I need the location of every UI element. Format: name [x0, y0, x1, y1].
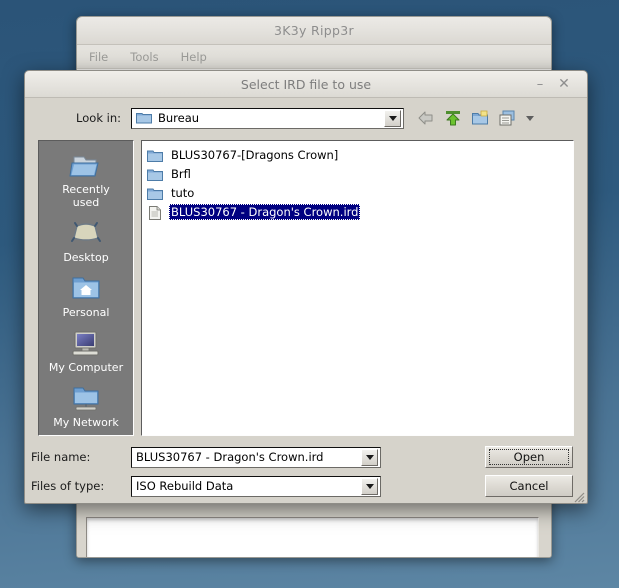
app-menubar: File Tools Help [77, 45, 551, 69]
chevron-down-icon [389, 116, 397, 121]
dialog-toolbar [416, 108, 534, 128]
dialog-action-buttons: Open Cancel [485, 446, 573, 497]
file-name-dropdown-arrow[interactable] [361, 449, 378, 466]
list-item[interactable]: Brfl [145, 164, 570, 183]
look-in-dropdown-arrow[interactable] [384, 110, 401, 127]
computer-icon [68, 329, 104, 359]
menu-help[interactable]: Help [181, 50, 207, 64]
sidebar-label-my-computer: My Computer [49, 361, 123, 374]
folder-icon [136, 109, 152, 128]
app-window-title: 3K3y Ripp3r [274, 23, 354, 38]
file-type-dropdown-arrow[interactable] [361, 478, 378, 495]
cancel-button[interactable]: Cancel [485, 475, 573, 497]
close-icon[interactable]: ✕ [555, 75, 573, 93]
chevron-down-icon[interactable] [526, 116, 534, 121]
dialog-title: Select IRD file to use [25, 77, 587, 92]
sidebar-item-my-computer[interactable]: My Computer [39, 327, 133, 376]
look-in-combo[interactable]: Bureau [131, 108, 404, 129]
file-name-value: BLUS30767 - Dragon's Crown.ird [136, 450, 361, 464]
file-name-input[interactable]: BLUS30767 - Dragon's Crown.ird [131, 447, 381, 468]
document-icon [147, 205, 163, 219]
menu-tools[interactable]: Tools [130, 50, 158, 64]
list-item[interactable]: BLUS30767-[Dragons Crown] [145, 145, 570, 164]
file-name-label: BLUS30767-[Dragons Crown] [169, 147, 340, 163]
app-content-panel [86, 517, 539, 558]
file-chooser-dialog: Select IRD file to use – ✕ Look in: Bure… [24, 70, 588, 504]
home-folder-icon [68, 274, 104, 304]
look-in-label: Look in: [25, 111, 131, 125]
recent-folder-icon [68, 151, 104, 181]
file-name-label: BLUS30767 - Dragon's Crown.ird [169, 204, 360, 220]
app-titlebar: 3K3y Ripp3r [77, 17, 551, 45]
minimize-icon[interactable]: – [531, 75, 549, 93]
list-item-selected[interactable]: BLUS30767 - Dragon's Crown.ird [145, 202, 570, 221]
folder-icon [147, 148, 163, 162]
file-list[interactable]: BLUS30767-[Dragons Crown] Brfl [141, 140, 574, 436]
sidebar-item-personal[interactable]: Personal [39, 272, 133, 321]
file-type-select[interactable]: ISO Rebuild Data [131, 476, 381, 497]
list-item[interactable]: tuto [145, 183, 570, 202]
sidebar-item-recently-used[interactable]: Recentlyused [39, 149, 133, 211]
file-name-label: tuto [169, 185, 196, 201]
look-in-row: Look in: Bureau [25, 104, 587, 132]
list-view-icon[interactable] [497, 108, 517, 128]
look-in-value: Bureau [158, 111, 384, 125]
file-name-label-text: File name: [25, 450, 131, 464]
folder-icon [147, 186, 163, 200]
sidebar-label-personal: Personal [63, 306, 110, 319]
file-type-label-text: Files of type: [25, 479, 131, 493]
chevron-down-icon [366, 455, 374, 460]
folder-icon [147, 167, 163, 181]
up-folder-icon[interactable] [443, 108, 463, 128]
file-name-label: Brfl [169, 166, 193, 182]
file-type-value: ISO Rebuild Data [136, 479, 361, 493]
new-folder-icon[interactable] [470, 108, 490, 128]
sidebar-label-desktop: Desktop [63, 251, 108, 264]
chevron-down-icon [366, 484, 374, 489]
sidebar-label-my-network: My Network [53, 416, 118, 429]
menu-file[interactable]: File [89, 50, 108, 64]
network-folder-icon [68, 384, 104, 414]
sidebar-item-my-network[interactable]: My Network [39, 382, 133, 431]
back-icon[interactable] [416, 108, 436, 128]
sidebar-item-desktop[interactable]: Desktop [39, 217, 133, 266]
dialog-body: Look in: Bureau [25, 98, 587, 504]
open-button[interactable]: Open [485, 446, 573, 468]
dialog-titlebar: Select IRD file to use – ✕ [25, 71, 587, 98]
sidebar-label-recently-used: Recentlyused [62, 183, 110, 209]
resize-grip[interactable] [571, 488, 585, 502]
desktop-icon [68, 219, 104, 249]
places-sidebar: Recentlyused Desktop [38, 140, 134, 436]
